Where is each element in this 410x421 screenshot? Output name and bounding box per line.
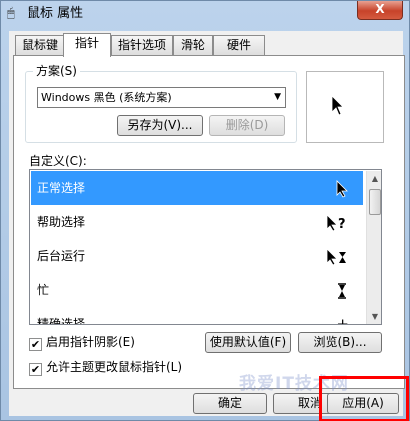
- list-item-label: 忙: [37, 283, 50, 297]
- save-as-button[interactable]: 另存为(V)...: [117, 115, 203, 136]
- list-item[interactable]: 帮助选择 ?: [31, 205, 363, 239]
- scheme-selected-value: Windows 黑色 (系统方案): [41, 91, 172, 104]
- use-default-button[interactable]: 使用默认值(F): [205, 332, 291, 353]
- cursor-preview: [306, 71, 384, 143]
- list-item-label: 后台运行: [37, 249, 86, 263]
- list-item[interactable]: 后台运行: [31, 239, 363, 273]
- delete-button[interactable]: 删除(D): [209, 115, 285, 136]
- title-bar[interactable]: 🖱 鼠标 属性 X: [1, 1, 409, 27]
- pointer-shadow-checkbox[interactable]: ✔: [29, 338, 42, 351]
- ok-button[interactable]: 确定: [193, 393, 267, 414]
- list-item[interactable]: 精确选择 +: [31, 307, 363, 325]
- working-cursor-icon: [325, 239, 349, 273]
- cursor-list[interactable]: 正常选择 帮助选择 ? 后台运行 忙 精确选择 + ▲ ▼: [29, 169, 382, 325]
- list-item-label: 正常选择: [37, 181, 86, 195]
- tab-wheel[interactable]: 滑轮: [173, 35, 213, 56]
- theme-pointer-label: 允许主题更改鼠标指针(L): [46, 360, 183, 374]
- tab-pointers[interactable]: 指针: [63, 33, 111, 57]
- scroll-up-icon[interactable]: ▲: [367, 171, 381, 187]
- browse-button[interactable]: 浏览(B)...: [298, 332, 382, 353]
- list-scrollbar[interactable]: ▲ ▼: [366, 171, 381, 324]
- close-button[interactable]: X: [357, 1, 403, 20]
- list-item[interactable]: 忙: [31, 273, 363, 307]
- list-item-label: 帮助选择: [37, 215, 86, 229]
- theme-pointer-option[interactable]: ✔ 允许主题更改鼠标指针(L): [29, 360, 182, 376]
- scheme-select[interactable]: Windows 黑色 (系统方案) ▼: [37, 87, 286, 108]
- arrow-cursor-icon: [331, 95, 344, 116]
- busy-cursor-icon: [335, 273, 349, 307]
- svg-text:?: ?: [338, 217, 346, 232]
- theme-pointer-checkbox[interactable]: ✔: [29, 363, 42, 376]
- scheme-label: 方案(S): [33, 65, 80, 78]
- scroll-thumb[interactable]: [369, 189, 381, 215]
- chevron-down-icon: ▼: [274, 92, 281, 102]
- pointer-shadow-label: 启用指针阴影(E): [46, 335, 135, 349]
- tab-pointer-options[interactable]: 指针选项: [111, 35, 173, 56]
- mouse-properties-window: 🖱 鼠标 属性 X 鼠标键 指针 指针选项 滑轮 硬件 方案(S) Window…: [0, 0, 410, 421]
- arrow-cursor-icon: [335, 171, 349, 205]
- precision-cursor-icon: +: [336, 315, 349, 325]
- pointer-shadow-option[interactable]: ✔ 启用指针阴影(E): [29, 335, 135, 351]
- mouse-icon: 🖱: [7, 6, 15, 21]
- list-item-label: 精确选择: [37, 317, 86, 325]
- customize-label: 自定义(C):: [29, 154, 87, 168]
- window-title: 鼠标 属性: [27, 6, 84, 21]
- tab-buttons[interactable]: 鼠标键: [15, 35, 65, 56]
- apply-button[interactable]: 应用(A): [327, 393, 399, 414]
- tab-hardware[interactable]: 硬件: [213, 35, 265, 56]
- help-cursor-icon: ?: [325, 205, 349, 239]
- list-item[interactable]: 正常选择: [31, 171, 363, 205]
- scroll-down-icon[interactable]: ▼: [367, 309, 381, 324]
